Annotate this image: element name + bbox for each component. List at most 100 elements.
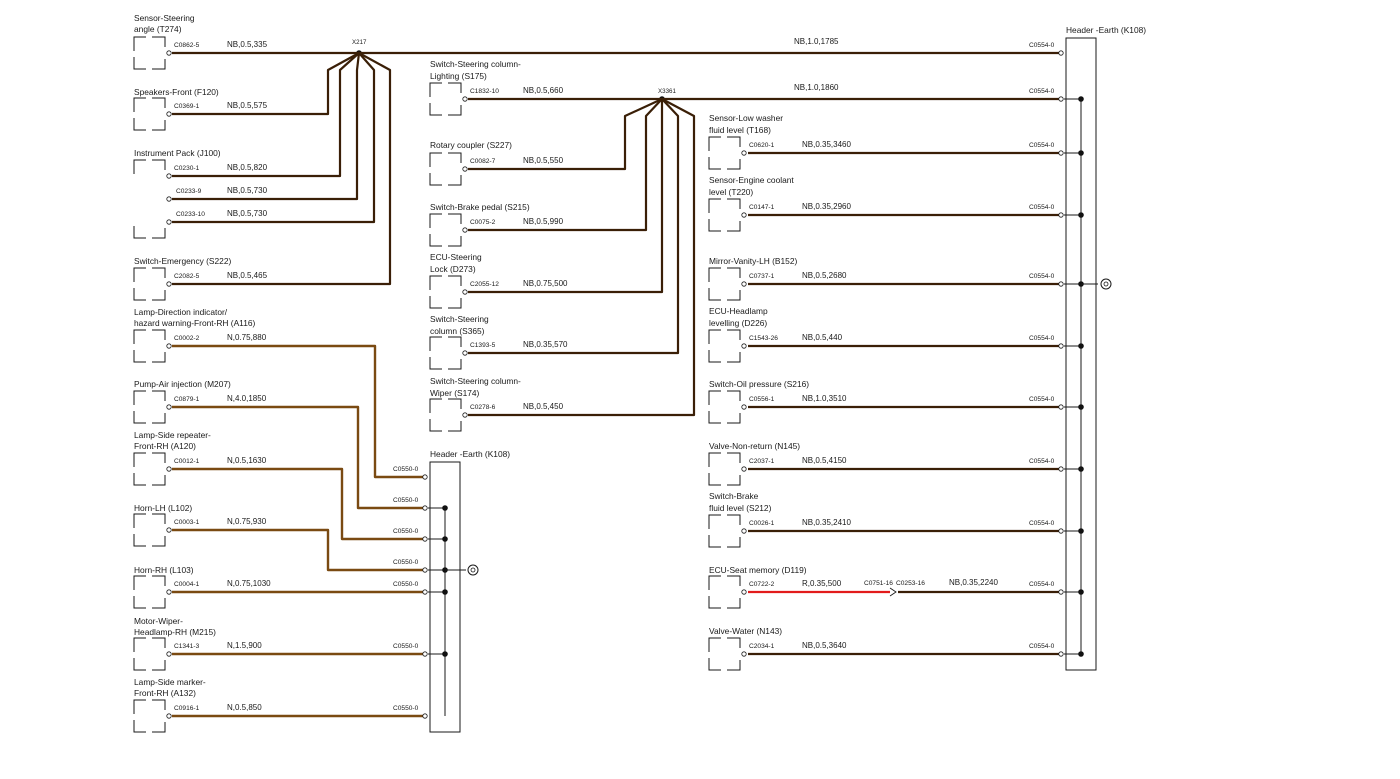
col2-comp-4-label: Switch-Steering	[430, 314, 489, 324]
right-header-ground-icon	[1100, 278, 1112, 290]
col1-comp-8-pin-0	[166, 589, 172, 595]
right-header-conn-2: C0554-0	[1029, 142, 1055, 149]
right-header-pin-2	[1058, 150, 1064, 156]
col3-comp-8-pin-0	[741, 651, 747, 657]
col1-comp-1-label: Speakers-Front (F120)	[134, 87, 219, 97]
col2-comp-2-label: Switch-Brake pedal (S215)	[430, 202, 530, 212]
col2-comp-1-pin-0	[462, 166, 468, 172]
col3-comp-1-conn-0: C0147-1	[749, 204, 775, 211]
col3-comp-6-conn-0: C0026-1	[749, 520, 775, 527]
col2-comp-0-wire-0: NB,0.5,660	[523, 86, 564, 95]
col1-comp-7-conn-0: C0003-1	[174, 519, 200, 526]
col3-comp-4-wire-0: NB,1.0,3510	[802, 394, 847, 403]
col1-comp-0-conn-0: C0862-5	[174, 42, 200, 49]
col2-comp-4-conn-0: C1393-5	[470, 342, 496, 349]
left-header-node-4	[442, 651, 448, 657]
col1-comp-9-wire-0: N,1.5,900	[227, 641, 262, 650]
col3-comp-1-label: level (T220)	[709, 187, 753, 197]
col3-comp-7-label: ECU-Seat memory (D119)	[709, 565, 807, 575]
col2-comp-3-conn-0: C2055-12	[470, 281, 499, 288]
col1-comp-2-pin-1	[166, 196, 172, 202]
col1-comp-6-wire-0: N,0.5,1630	[227, 456, 267, 465]
right-header-node-0	[1078, 96, 1084, 102]
col1-comp-4-conn-0: C0002-2	[174, 335, 200, 342]
right-header-conn-1: C0554-0	[1029, 88, 1055, 95]
col3-comp-0-label: Sensor-Low washer	[709, 113, 783, 123]
col3-comp-8-conn-0: C2034-1	[749, 643, 775, 650]
col3-comp-6-label: Switch-Brake	[709, 491, 759, 501]
col1-comp-0-wire-0: NB,0.5,335	[227, 40, 268, 49]
right-header-conn-3: C0554-0	[1029, 204, 1055, 211]
left-header-pin-5	[422, 651, 428, 657]
col1-comp-2-pin-2	[166, 219, 172, 225]
col1-comp-2-pin-0	[166, 173, 172, 179]
right-header-pin-4	[1058, 281, 1064, 287]
col3-comp-1-wire-0: NB,0.35,2960	[802, 202, 851, 211]
col3-comp-4-conn-0: C0556-1	[749, 396, 775, 403]
col2-comp-5-pin-0	[462, 412, 468, 418]
right-header-conn-4: C0554-0	[1029, 273, 1055, 280]
col1-comp-0-label: Sensor-Steering	[134, 13, 195, 23]
col2-comp-0-conn-0: C1832-10	[470, 88, 499, 95]
col2-comp-1-label: Rotary coupler (S227)	[430, 140, 512, 150]
col3-comp-3-label: levelling (D226)	[709, 318, 767, 328]
col2-comp-3-wire-0: NB,0.75,500	[523, 279, 568, 288]
right-header-pin-0	[1058, 50, 1064, 56]
col1-comp-4-wire-0: N,0.75,880	[227, 333, 267, 342]
left-header-conn-1: C0550-0	[393, 497, 419, 504]
right-header-conn-9: C0554-0	[1029, 581, 1055, 588]
right-header-conn-0: C0554-0	[1029, 42, 1055, 49]
right-header-pin-3	[1058, 212, 1064, 218]
col1-comp-6-pin-0	[166, 466, 172, 472]
col1-comp-1-conn-0: C0369-1	[174, 103, 200, 110]
col2-comp-5-conn-0: C0278-6	[470, 404, 496, 411]
left-header-pin-4	[422, 589, 428, 595]
col2-comp-5-label: Wiper (S174)	[430, 388, 480, 398]
left-header-conn-0: C0550-0	[393, 466, 419, 473]
col3-comp-0-pin-0	[741, 150, 747, 156]
right-header-pin-6	[1058, 404, 1064, 410]
right-header-node-5	[1078, 404, 1084, 410]
col2-comp-2-conn-0: C0075-2	[470, 219, 496, 226]
seat-inline-wire: NB,0.35,2240	[949, 578, 998, 587]
splice-x3361-label: X3361	[658, 88, 676, 95]
trunk-x3361-label: NB,1.0,1860	[794, 83, 839, 92]
col1-comp-3-conn-0: C2082-5	[174, 273, 200, 280]
col1-comp-10-pin-0	[166, 713, 172, 719]
col3-comp-5-conn-0: C2037-1	[749, 458, 775, 465]
right-header-conn-8: C0554-0	[1029, 520, 1055, 527]
left-header-conn-4: C0550-0	[393, 581, 419, 588]
wiring-diagram: Sensor-Steeringangle (T274) C0862-5 NB,0.5…	[0, 0, 1400, 779]
col1-comp-5-wire-0: N,4.0,1850	[227, 394, 267, 403]
col1-comp-8-wire-0: N,0.75,1030	[227, 579, 271, 588]
col2-comp-1-conn-0: C0082-7	[470, 158, 496, 165]
col3-comp-7-wire-0: R,0.35,500	[802, 579, 842, 588]
right-header-node-9	[1078, 651, 1084, 657]
col3-comp-1-label: Sensor-Engine coolant	[709, 175, 794, 185]
col1-comp-2-wire-0: NB,0.5,820	[227, 163, 268, 172]
left-header-pin-0	[422, 474, 428, 480]
col1-comp-10-conn-0: C0916-1	[174, 705, 200, 712]
col1-comp-4-label: Lamp-Direction indicator/	[134, 307, 228, 317]
left-header-node-3	[442, 589, 448, 595]
earth-header-right-title: Header -Earth (K108)	[1066, 25, 1146, 35]
col2-comp-0-pin-0	[462, 96, 468, 102]
col2-comp-1-wire-0: NB,0.5,550	[523, 156, 564, 165]
col3-comp-8-label: Valve-Water (N143)	[709, 626, 782, 636]
col3-comp-3-pin-0	[741, 343, 747, 349]
col1-comp-5-conn-0: C0879-1	[174, 396, 200, 403]
left-header-pin-6	[422, 713, 428, 719]
left-header-conn-2: C0550-0	[393, 528, 419, 535]
right-header-node-2	[1078, 212, 1084, 218]
col2-comp-3-label: Lock (D273)	[430, 264, 476, 274]
right-header-pin-7	[1058, 466, 1064, 472]
col2-comp-5-wire-0: NB,0.5,450	[523, 402, 564, 411]
col3-comp-7-conn-0: C0722-2	[749, 581, 775, 588]
col2-comp-4-wire-0: NB,0.35,570	[523, 340, 568, 349]
col2-comp-3-label: ECU-Steering	[430, 252, 482, 262]
splice-x217-label: X217	[352, 39, 367, 46]
col1-comp-7-label: Horn-LH (L102)	[134, 503, 192, 513]
left-header-pin-3	[422, 567, 428, 573]
right-header-pin-5	[1058, 343, 1064, 349]
col3-comp-2-wire-0: NB,0.5,2680	[802, 271, 847, 280]
